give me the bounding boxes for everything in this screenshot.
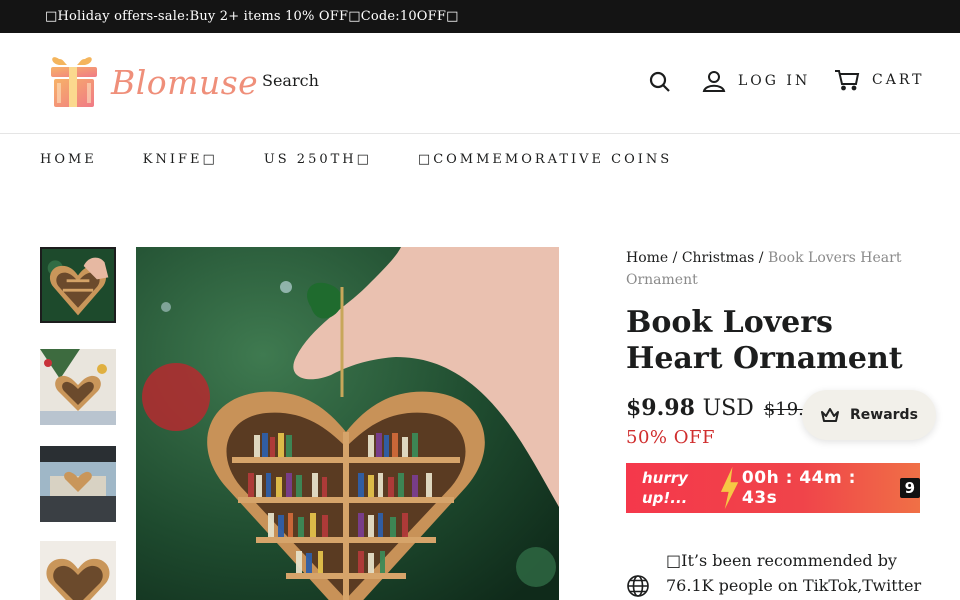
rewards-button[interactable]: Rewards: [802, 390, 936, 440]
login-link[interactable]: LOG IN: [702, 69, 810, 93]
user-icon: [702, 71, 726, 92]
crown-icon: [821, 408, 839, 422]
nav-item-knife[interactable]: KNIFE□: [143, 152, 218, 167]
search-input[interactable]: Search: [262, 71, 319, 90]
site-logo[interactable]: Blomuse: [45, 53, 258, 113]
cart-label: CART: [872, 72, 925, 88]
cart-icon: [835, 70, 860, 91]
rewards-label: Rewards: [850, 407, 918, 423]
thumbnail-4[interactable]: [40, 541, 116, 600]
breadcrumb-home[interactable]: Home: [626, 250, 668, 266]
countdown-timer: hurry up!... 00h : 44m : 43s 9: [626, 463, 920, 513]
product-title: Book Lovers Heart Ornament: [626, 305, 903, 376]
thumbnail-1[interactable]: [40, 247, 116, 323]
thumbnail-3[interactable]: [40, 446, 116, 522]
lightning-icon: [720, 466, 738, 510]
product-photo: [136, 247, 559, 600]
login-label: LOG IN: [738, 73, 811, 89]
breadcrumb-current: Book Lovers Heart Ornament: [626, 250, 902, 288]
nav-item-home[interactable]: HOME: [40, 152, 97, 167]
thumbnail-2[interactable]: [40, 349, 116, 425]
search-icon: [649, 71, 670, 92]
sale-price-currency: USD: [702, 396, 754, 421]
hurry-text: hurry up!...: [642, 469, 688, 507]
globe-icon: [627, 575, 649, 597]
search-button[interactable]: [648, 69, 674, 95]
breadcrumb-separator: /: [758, 250, 764, 266]
countdown-time: 00h : 44m : 43s: [741, 468, 856, 508]
cart-link[interactable]: CART: [834, 69, 924, 91]
recommendation-text: □It’s been recommended by 76.1K people o…: [666, 551, 922, 595]
sale-price: $9.98 USD: [626, 395, 754, 421]
nav-item-us-250th[interactable]: US 250TH□: [264, 152, 372, 167]
announcement-bar: □Holiday offers-sale:Buy 2+ items 10% OF…: [0, 0, 960, 33]
breadcrumb-separator: /: [672, 250, 678, 266]
logo-text: Blomuse: [111, 63, 259, 102]
nav-item-commemorative-coins[interactable]: □COMMEMORATIVE COINS: [418, 152, 672, 167]
main-nav: HOME KNIFE□ US 250TH□ □COMMEMORATIVE COI…: [40, 152, 672, 167]
site-header: Blomuse Search LOG IN CART: [0, 33, 960, 134]
announcement-text: □Holiday offers-sale:Buy 2+ items 10% OF…: [45, 9, 459, 24]
countdown-seconds-box: 9: [899, 478, 920, 498]
sale-price-amount: $9.98: [626, 395, 695, 421]
recommendation: □It’s been recommended by 76.1K people o…: [626, 548, 926, 598]
breadcrumb-category[interactable]: Christmas: [682, 250, 755, 266]
product-main-image[interactable]: [136, 247, 559, 600]
gift-logo-icon: [51, 57, 97, 107]
breadcrumb: Home / Christmas / Book Lovers Heart Orn…: [626, 247, 920, 291]
